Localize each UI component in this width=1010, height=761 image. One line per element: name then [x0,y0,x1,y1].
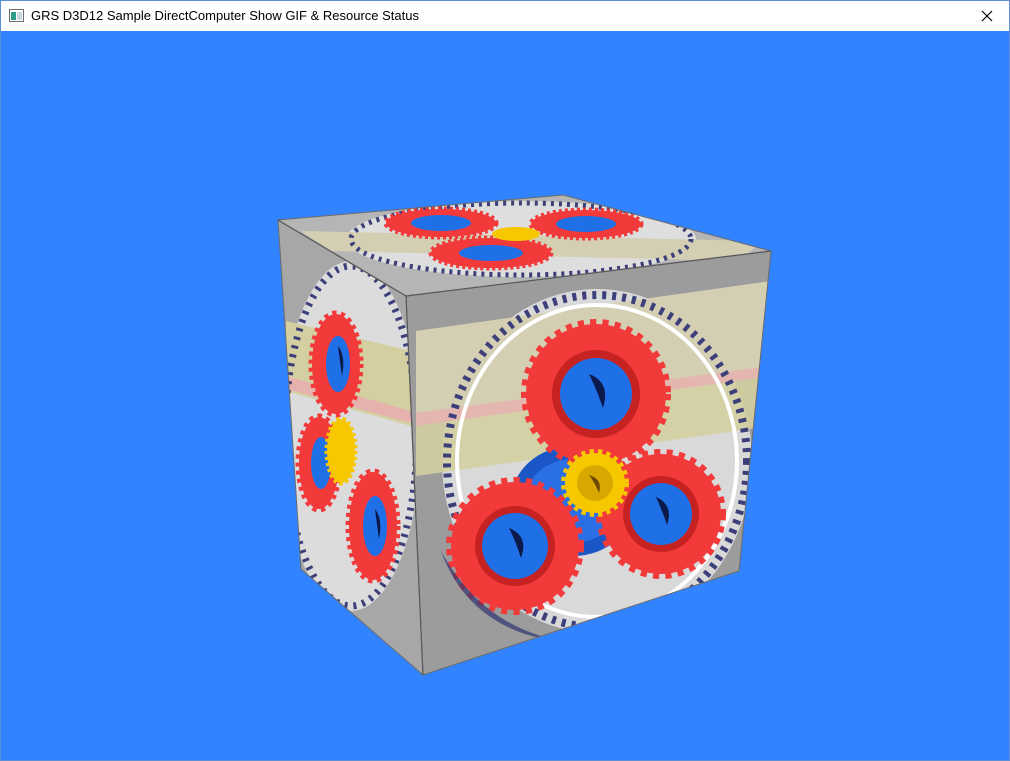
top-red-gear-bottom [428,235,554,271]
close-icon [981,10,993,22]
cube-front-face [405,250,772,676]
app-window: GRS D3D12 Sample DirectComputer Show GIF… [0,0,1010,761]
left-yellow-gear [324,416,358,486]
render-viewport[interactable] [1,31,1009,760]
close-button[interactable] [965,1,1009,31]
left-red-gear-bottom [345,468,401,584]
front-red-gear-left [446,477,584,615]
cube-scene [276,194,772,677]
title-bar[interactable]: GRS D3D12 Sample DirectComputer Show GIF… [1,1,1009,31]
top-red-gear-right [528,207,644,241]
window-app-icon [9,9,24,22]
window-title: GRS D3D12 Sample DirectComputer Show GIF… [31,8,419,23]
top-yellow-gear [492,227,540,241]
front-red-gear-top [521,319,671,469]
left-red-gear-top [308,310,364,418]
front-yellow-gear [561,449,629,517]
top-red-gear-left [383,206,499,240]
